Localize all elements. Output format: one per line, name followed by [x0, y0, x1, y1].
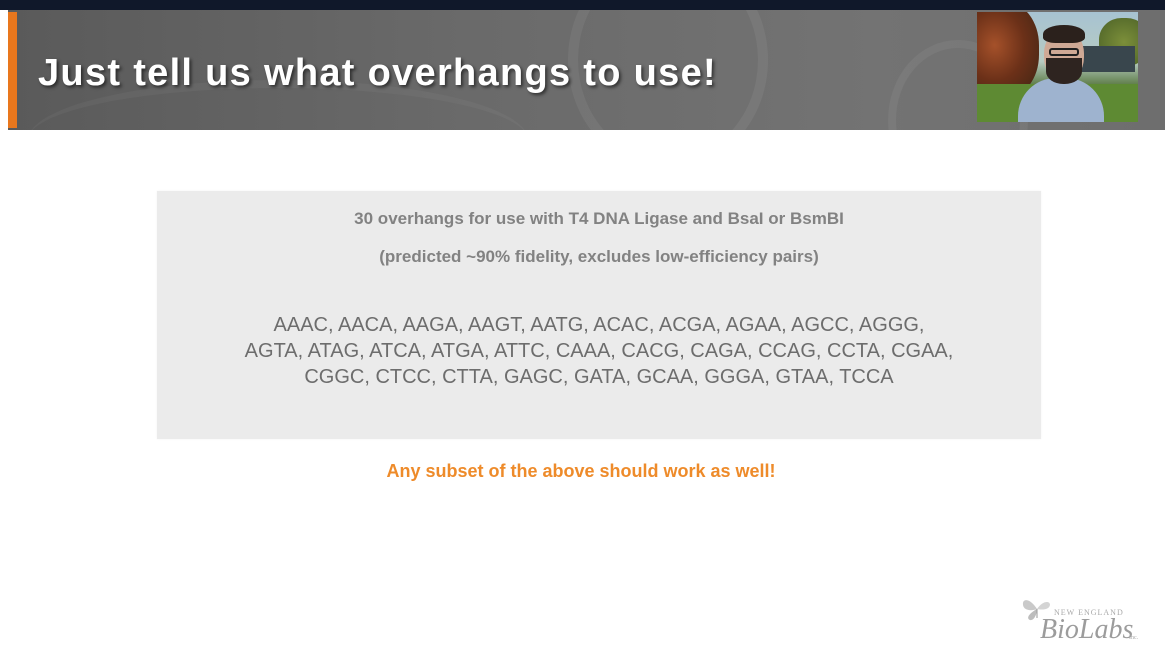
presenter-webcam-video	[977, 12, 1138, 122]
overhang-list-line: CGGC, CTCC, CTTA, GAGC, GATA, GCAA, GGGA…	[304, 366, 894, 388]
slide-title: Just tell us what overhangs to use!	[38, 52, 717, 94]
neb-logo: NEW ENGLAND BioLabs Inc.	[1018, 594, 1138, 650]
overhang-list-line: AGTA, ATAG, ATCA, ATGA, ATTC, CAAA, CACG…	[244, 340, 954, 362]
logo-wordmark: BioLabs	[1040, 614, 1134, 645]
presentation-slide: Just tell us what overhangs to use! 30 o…	[0, 0, 1165, 659]
accent-bar	[8, 12, 17, 128]
footnote: Any subset of the above should work as w…	[386, 461, 776, 481]
overhang-list-line: AAAC, AACA, AAGA, AAGT, AATG, ACAC, ACGA…	[273, 314, 925, 336]
panel-subheading: (predicted ~90% fidelity, excludes low-e…	[379, 247, 819, 266]
overhang-list: AAAC, AACA, AAGA, AAGT, AATG, ACAC, ACGA…	[157, 312, 1041, 390]
logo-suffix: Inc.	[1129, 635, 1139, 641]
top-border	[0, 0, 1165, 10]
panel-heading: 30 overhangs for use with T4 DNA Ligase …	[354, 209, 844, 228]
overhang-panel: 30 overhangs for use with T4 DNA Ligase …	[157, 191, 1041, 439]
